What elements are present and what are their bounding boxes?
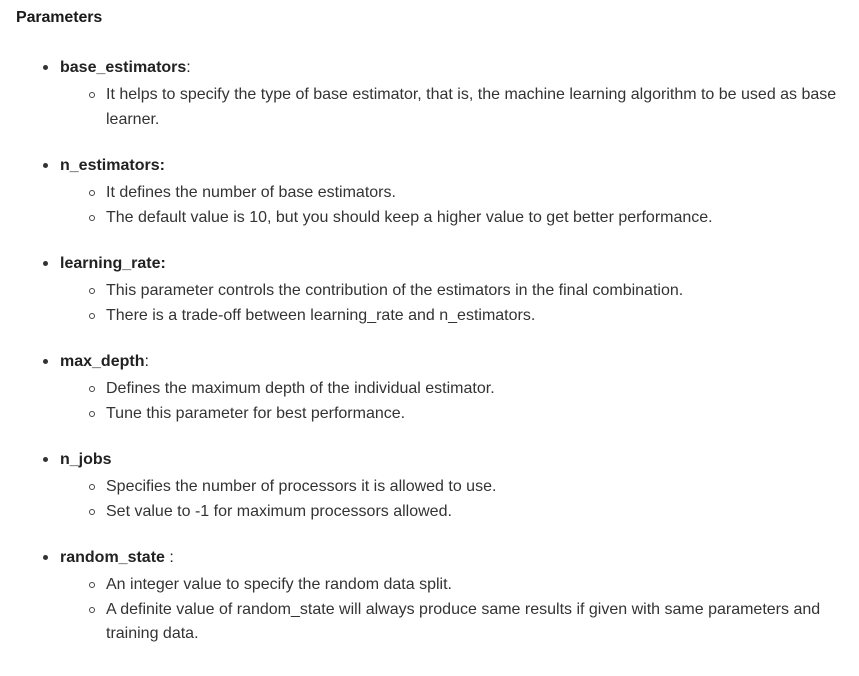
parameter-name: random_state [60, 549, 165, 566]
description-item: A definite value of random_state will al… [60, 598, 841, 647]
parameter-title: learning_rate: [60, 254, 859, 274]
parameter-item: n_estimators: It defines the number of b… [0, 156, 859, 230]
parameter-colon: : [186, 59, 191, 76]
description-item: Set value to -1 for maximum processors a… [60, 500, 841, 525]
description-item: It defines the number of base estimators… [60, 181, 841, 206]
bullet-circle-icon [89, 410, 95, 417]
description-item: Specifies the number of processors it is… [60, 475, 841, 500]
description-item: It helps to specify the type of base est… [60, 83, 841, 132]
parameter-title: n_jobs [60, 450, 859, 470]
parameter-item: n_jobs Specifies the number of processor… [0, 450, 859, 524]
parameter-name: n_jobs [60, 451, 112, 468]
description-list: It helps to specify the type of base est… [60, 83, 859, 132]
description-text: It helps to specify the type of base est… [106, 86, 837, 128]
bullet-circle-icon [89, 508, 95, 515]
section-heading: Parameters [16, 9, 103, 26]
description-text: An integer value to specify the random d… [106, 576, 452, 593]
parameter-item: base_estimators: It helps to specify the… [0, 58, 859, 132]
description-item: There is a trade-off between learning_ra… [60, 304, 841, 329]
description-item: Defines the maximum depth of the individ… [60, 377, 841, 402]
bullet-disc-icon [43, 359, 48, 364]
parameter-item: learning_rate: This parameter controls t… [0, 254, 859, 328]
parameter-title: base_estimators: [60, 58, 859, 78]
parameter-item: max_depth: Defines the maximum depth of … [0, 352, 859, 426]
parameter-item: random_state : An integer value to speci… [0, 548, 859, 647]
parameter-name: n_estimators: [60, 157, 165, 174]
parameter-name: base_estimators [60, 59, 187, 76]
description-text: Tune this parameter for best performance… [106, 404, 406, 422]
description-item: Tune this parameter for best performance… [60, 402, 841, 427]
bullet-circle-icon [89, 288, 95, 294]
description-list: An integer value to specify the random d… [60, 573, 859, 647]
description-item: This parameter controls the contribution… [60, 279, 841, 304]
bullet-circle-icon [89, 312, 95, 319]
description-text: There is a trade-off between learning_ra… [106, 306, 536, 324]
parameter-title: random_state : [60, 548, 859, 568]
parameter-list: base_estimators: It helps to specify the… [0, 58, 859, 671]
description-list: Defines the maximum depth of the individ… [60, 377, 859, 426]
bullet-disc-icon [43, 261, 48, 266]
parameter-colon: : [144, 353, 149, 370]
bullet-circle-icon [89, 92, 95, 98]
description-text: A definite value of random_state will al… [106, 600, 821, 643]
bullet-disc-icon [43, 555, 48, 560]
bullet-disc-icon [43, 65, 48, 70]
description-list: It defines the number of base estimators… [60, 181, 859, 230]
bullet-disc-icon [43, 163, 48, 168]
description-list: This parameter controls the contribution… [60, 279, 859, 328]
bullet-circle-icon [89, 214, 95, 221]
parameter-colon: : [164, 549, 174, 566]
parameter-name: learning_rate: [60, 255, 166, 272]
description-text: This parameter controls the contribution… [106, 282, 684, 299]
document-page: Parameters base_estimators: It helps to … [0, 0, 859, 676]
parameter-title: n_estimators: [60, 156, 859, 176]
description-text: Defines the maximum depth of the individ… [106, 380, 495, 397]
parameter-title: max_depth: [60, 352, 859, 372]
bullet-circle-icon [89, 484, 95, 490]
description-list: Specifies the number of processors it is… [60, 475, 859, 524]
bullet-disc-icon [43, 457, 48, 462]
description-item: The default value is 10, but you should … [60, 206, 841, 231]
bullet-circle-icon [89, 606, 95, 613]
bullet-circle-icon [89, 582, 95, 588]
description-text: Set value to -1 for maximum processors a… [106, 502, 452, 520]
parameter-name: max_depth [60, 353, 145, 370]
bullet-circle-icon [89, 190, 95, 196]
description-item: An integer value to specify the random d… [60, 573, 841, 598]
description-text: The default value is 10, but you should … [106, 208, 713, 226]
description-text: It defines the number of base estimators… [106, 184, 396, 201]
description-text: Specifies the number of processors it is… [106, 478, 497, 495]
bullet-circle-icon [89, 386, 95, 392]
